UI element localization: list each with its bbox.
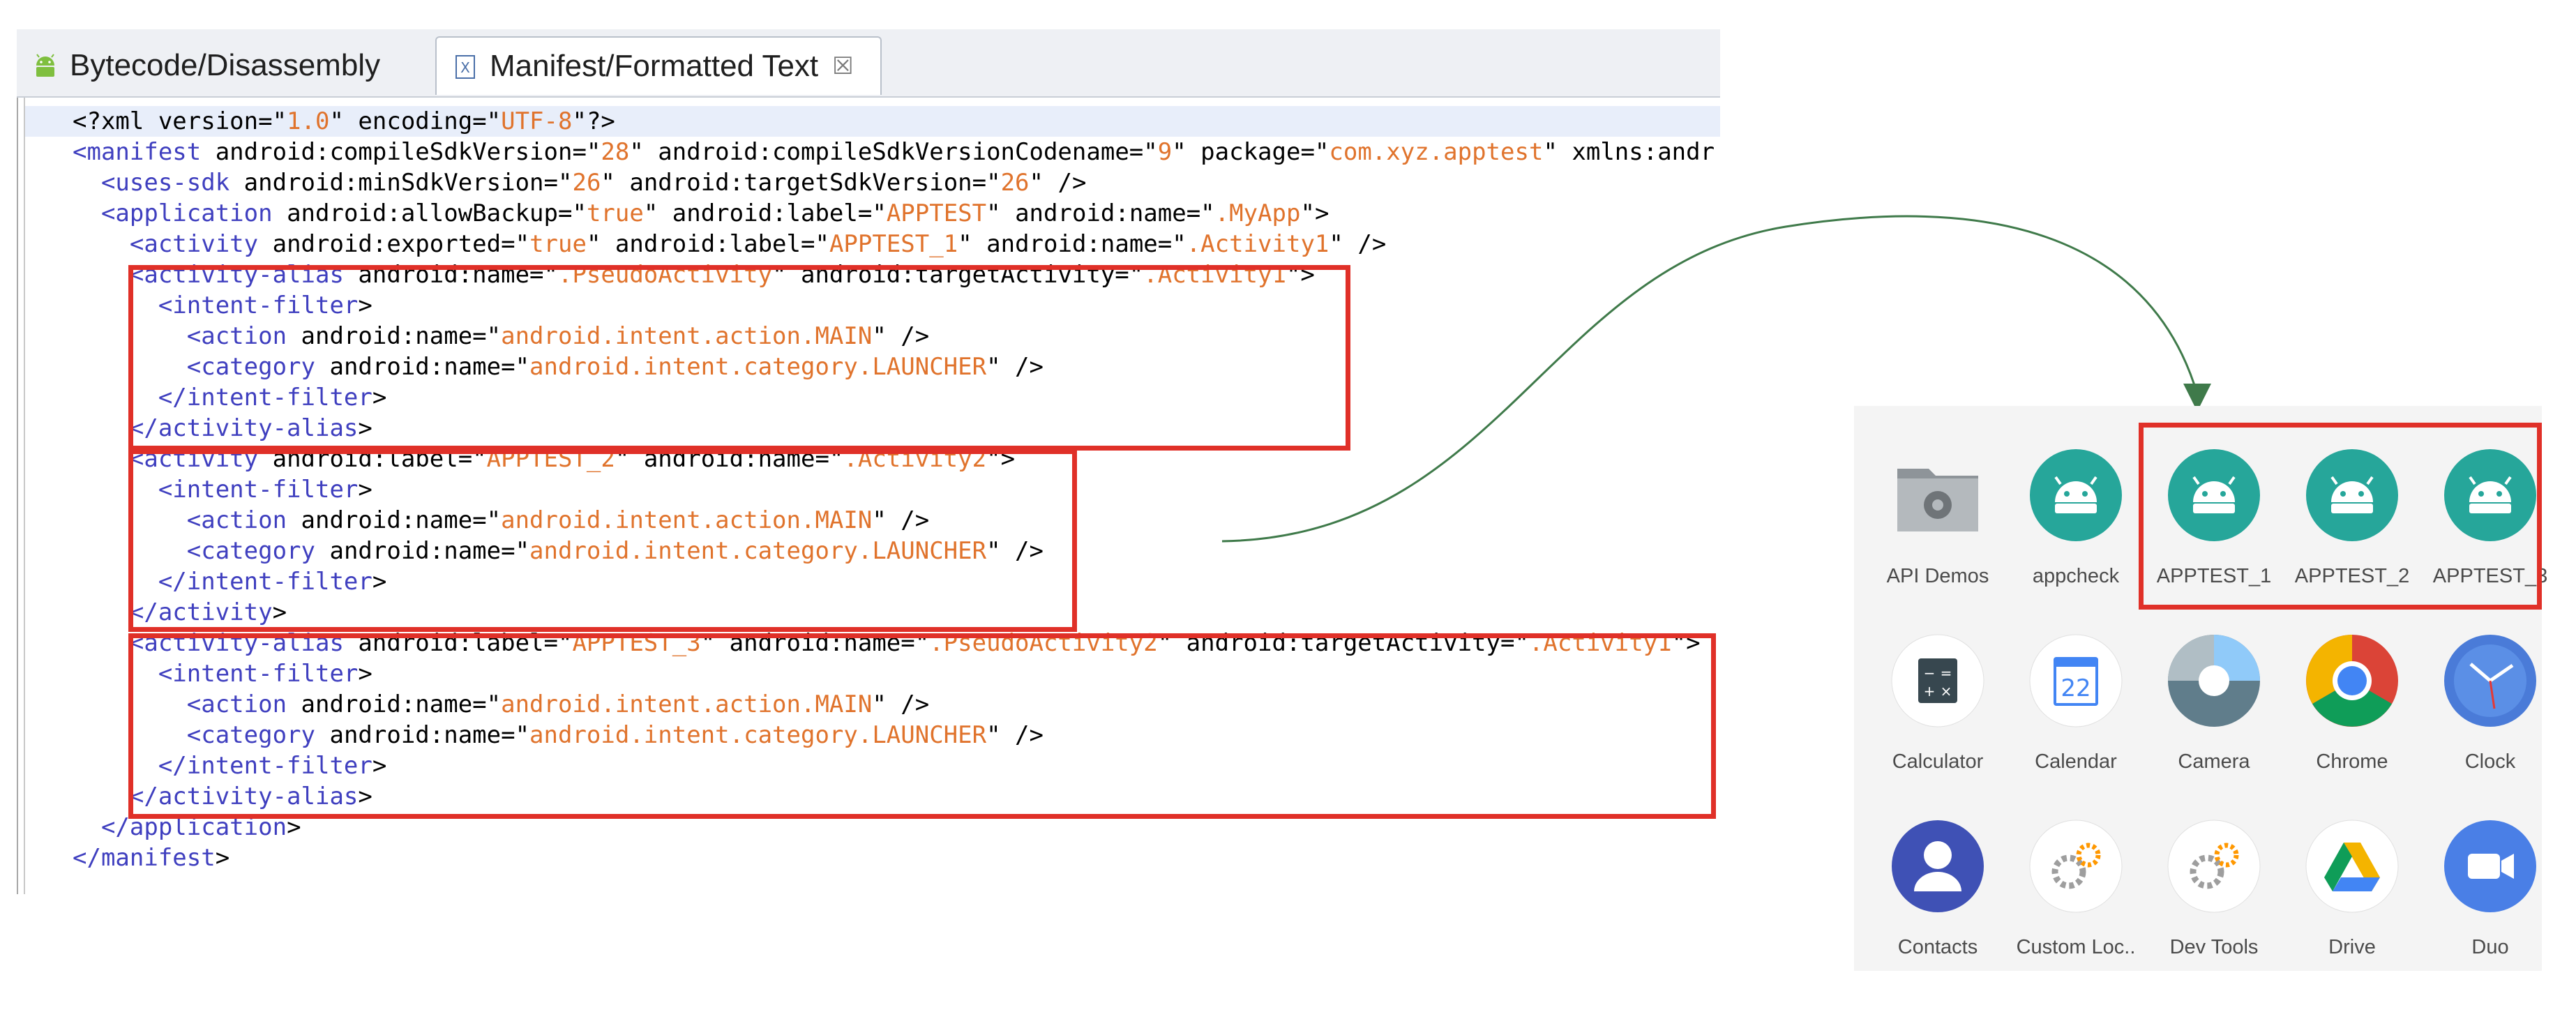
app-clock[interactable]: Clock [2427,612,2553,780]
clock-icon [2443,633,2538,728]
app-camera[interactable]: Camera [2151,612,2277,780]
app-label: API Demos [1886,565,1989,587]
app-duo[interactable]: Duo [2427,798,2553,965]
app-api-demos[interactable]: API Demos [1875,427,2001,594]
app-calendar[interactable]: 22 Calendar [2013,612,2139,780]
svg-text:×: × [1941,683,1952,700]
app-label: Dev Tools [2169,936,2259,958]
app-label: Clock [2464,750,2516,773]
calculator-icon: − = + × [1890,633,1985,728]
chrome-icon [2305,633,2400,728]
app-custom-loc[interactable]: Custom Loc.. [2013,798,2139,965]
calendar-icon: 22 [2028,633,2123,728]
app-contacts[interactable]: Contacts [1875,798,2001,965]
gear-app-icon [2167,819,2261,914]
app-label: appcheck [2032,565,2120,587]
app-label: Calendar [2035,750,2117,773]
drive-icon [2305,819,2400,914]
app-label: Duo [2471,936,2509,958]
app-launcher: API Demos appcheck APPTEST_1 APPTEST_2 A… [1854,406,2547,971]
app-label: Drive [2328,936,2376,958]
app-calculator[interactable]: − = + × Calculator [1875,612,2001,780]
app-drive[interactable]: Drive [2289,798,2415,965]
app-label: Calculator [1892,750,1984,773]
svg-text:=: = [1941,665,1952,681]
folder-gear-icon [1890,448,1985,543]
app-label: Custom Loc.. [2016,936,2136,958]
svg-text:−: − [1924,665,1936,681]
app-label: Camera [2178,750,2250,773]
camera-icon [2167,633,2261,728]
contacts-icon [1890,819,1985,914]
android-app-icon [2028,448,2123,543]
app-chrome[interactable]: Chrome [2289,612,2415,780]
app-label: Chrome [2316,750,2388,773]
app-label: Contacts [1897,936,1978,958]
highlight-box-apptest-apps [2139,423,2542,610]
calendar-date: 22 [2061,674,2091,702]
app-appcheck[interactable]: appcheck [2013,427,2139,594]
svg-text:+: + [1924,683,1936,700]
gear-app-icon [2028,819,2123,914]
duo-icon [2443,819,2538,914]
app-dev-tools[interactable]: Dev Tools [2151,798,2277,965]
